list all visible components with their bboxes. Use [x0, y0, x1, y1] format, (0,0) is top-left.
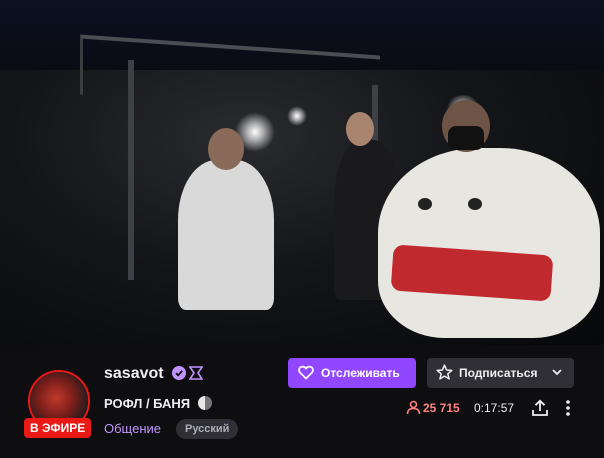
share-icon[interactable] [530, 398, 550, 418]
headlamp-light [287, 106, 307, 126]
video-costume-eye [418, 198, 432, 210]
prime-icon [188, 365, 204, 381]
viewer-count: 25 715 [423, 401, 460, 415]
follow-button[interactable]: Отслеживать [288, 358, 416, 388]
half-moon-icon [198, 396, 212, 410]
verified-badge-icon [172, 366, 186, 380]
video-person-costume [378, 148, 600, 338]
viewer-count-icon [406, 400, 421, 420]
video-player[interactable] [0, 0, 604, 345]
video-person-head [346, 112, 374, 146]
stream-uptime: 0:17:57 [474, 401, 515, 415]
subscribe-button[interactable]: Подписаться [427, 358, 574, 388]
category-link[interactable]: Общение [104, 421, 161, 436]
video-person-mask [448, 126, 484, 150]
subscribe-label: Подписаться [459, 366, 538, 380]
heart-icon [298, 365, 314, 383]
video-person-left [178, 160, 274, 310]
live-badge: В ЭФИРЕ [24, 418, 92, 438]
more-options-icon[interactable] [562, 398, 574, 418]
video-costume-eye [468, 198, 482, 210]
follow-label: Отслеживать [321, 366, 400, 380]
chevron-down-icon [551, 366, 563, 381]
star-icon [436, 364, 453, 384]
video-scene-pole [128, 60, 134, 280]
video-person-head [208, 128, 244, 170]
stream-title: РОФЛ / БАНЯ [104, 396, 191, 411]
stream-page: В ЭФИРЕ sasavot РОФЛ / БАНЯ Общение Русс… [0, 0, 604, 458]
channel-name[interactable]: sasavot [104, 365, 164, 383]
language-tag[interactable]: Русский [176, 419, 239, 439]
